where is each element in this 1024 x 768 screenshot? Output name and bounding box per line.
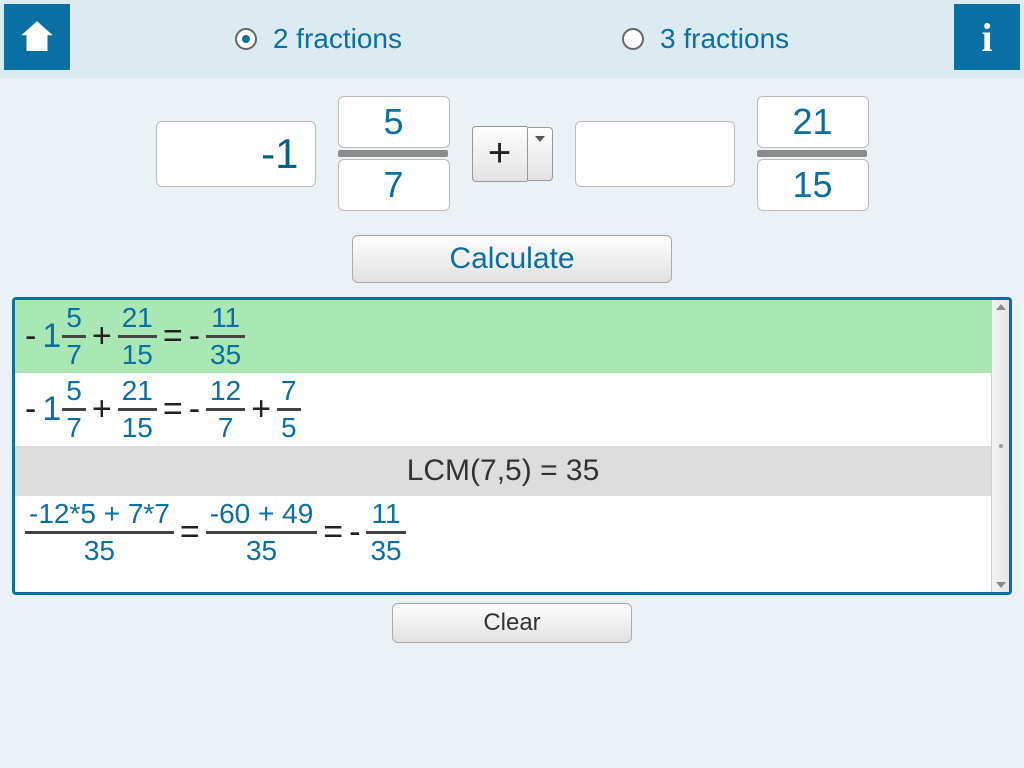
mode-2-label: 2 fractions xyxy=(273,23,402,55)
scroll-thumb xyxy=(999,444,1003,448)
fraction: -12*5 + 7*7 35 xyxy=(25,500,174,565)
mixed-number: 1 57 xyxy=(42,377,86,442)
top-bar: 2 fractions 3 fractions i xyxy=(0,0,1024,78)
fraction: 57 xyxy=(62,304,86,369)
fraction: -60 + 49 35 xyxy=(206,500,318,565)
numerator: 5 xyxy=(62,304,86,332)
operator-dropdown-toggle[interactable] xyxy=(527,127,553,181)
numerator: 12 xyxy=(206,377,245,405)
numerator: -60 + 49 xyxy=(206,500,318,528)
sign: - xyxy=(25,317,36,356)
fraction-b: 21 15 xyxy=(757,96,869,211)
result-line-2: - 1 57 + 2115 = - 127 + 75 xyxy=(15,373,991,446)
calculate-button[interactable]: Calculate xyxy=(352,235,672,283)
denominator-b-input[interactable]: 15 xyxy=(757,159,869,211)
denominator: 35 xyxy=(80,537,119,565)
whole-part: 1 xyxy=(42,317,61,356)
sign: - xyxy=(189,317,200,356)
mode-2-fractions[interactable]: 2 fractions xyxy=(235,23,402,55)
denominator: 7 xyxy=(214,414,238,442)
operator: + xyxy=(251,390,271,429)
operator-select[interactable]: + xyxy=(472,126,553,182)
equals: = xyxy=(323,513,343,552)
numerator-a-input[interactable]: 5 xyxy=(338,96,450,148)
fraction: 127 xyxy=(206,377,245,442)
numerator: 11 xyxy=(368,500,405,528)
home-button[interactable] xyxy=(4,4,70,70)
fraction-bar xyxy=(338,150,448,157)
sign: - xyxy=(349,513,360,552)
results-body: - 1 57 + 2115 = - 1135 - 1 57 xyxy=(15,300,991,592)
denominator: 7 xyxy=(62,414,86,442)
equals: = xyxy=(163,390,183,429)
radio-icon xyxy=(622,28,644,50)
mode-radio-group: 2 fractions 3 fractions xyxy=(0,23,1024,55)
lcm-line: LCM(7,5) = 35 xyxy=(15,446,991,496)
denominator-a-input[interactable]: 7 xyxy=(338,159,450,211)
fraction: 1135 xyxy=(366,500,405,565)
operator: + xyxy=(92,317,112,356)
equals: = xyxy=(180,513,200,552)
numerator-b-input[interactable]: 21 xyxy=(757,96,869,148)
fraction: 75 xyxy=(277,377,301,442)
scroll-up-icon xyxy=(996,304,1006,310)
denominator: 35 xyxy=(242,537,281,565)
sign: - xyxy=(25,390,36,429)
mixed-number: 1 57 xyxy=(42,304,86,369)
scrollbar[interactable] xyxy=(991,300,1009,592)
numerator: 11 xyxy=(207,304,244,332)
result-line-1: - 1 57 + 2115 = - 1135 xyxy=(15,300,991,373)
fraction: 57 xyxy=(62,377,86,442)
radio-icon xyxy=(235,28,257,50)
numerator: 21 xyxy=(118,304,157,332)
mode-3-label: 3 fractions xyxy=(660,23,789,55)
lcm-text: LCM(7,5) = 35 xyxy=(407,454,600,488)
denominator: 35 xyxy=(206,341,245,369)
denominator: 35 xyxy=(366,537,405,565)
numerator: -12*5 + 7*7 xyxy=(25,500,174,528)
whole-b-input[interactable] xyxy=(575,121,735,187)
denominator: 5 xyxy=(277,414,301,442)
scroll-down-icon xyxy=(996,582,1006,588)
mode-3-fractions[interactable]: 3 fractions xyxy=(622,23,789,55)
denominator: 15 xyxy=(118,414,157,442)
result-line-3: -12*5 + 7*735 = -60 + 4935 = - 1135 xyxy=(15,496,991,569)
sign: - xyxy=(189,390,200,429)
clear-button[interactable]: Clear xyxy=(392,603,632,643)
fraction: 2115 xyxy=(118,377,157,442)
expression-row: -1 5 7 + 21 15 xyxy=(0,96,1024,211)
operator-value[interactable]: + xyxy=(472,126,527,182)
denominator: 15 xyxy=(118,341,157,369)
numerator: 5 xyxy=(62,377,86,405)
info-button[interactable]: i xyxy=(954,4,1020,70)
fraction: 2115 xyxy=(118,304,157,369)
info-icon: i xyxy=(981,14,992,61)
numerator: 21 xyxy=(118,377,157,405)
results-panel: - 1 57 + 2115 = - 1135 - 1 57 xyxy=(12,297,1012,595)
chevron-down-icon xyxy=(535,136,545,142)
numerator: 7 xyxy=(277,377,301,405)
operator: + xyxy=(92,390,112,429)
whole-part: 1 xyxy=(42,390,61,429)
fraction-bar xyxy=(757,150,867,157)
equals: = xyxy=(163,317,183,356)
denominator: 7 xyxy=(62,341,86,369)
fraction: 1135 xyxy=(206,304,245,369)
home-icon xyxy=(16,16,58,58)
whole-a-input[interactable]: -1 xyxy=(156,121,316,187)
fraction-a: 5 7 xyxy=(338,96,450,211)
